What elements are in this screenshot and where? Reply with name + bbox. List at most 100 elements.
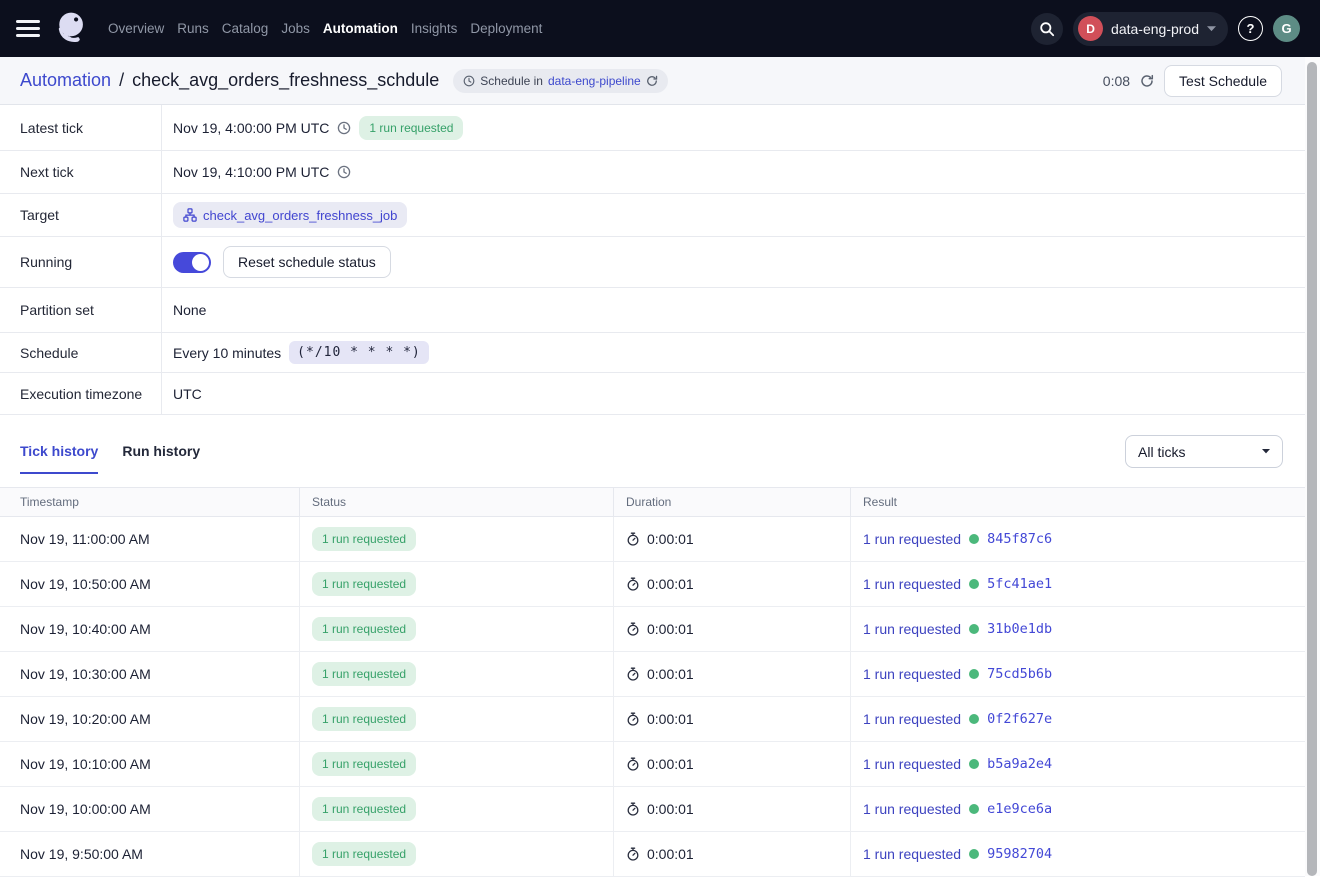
- run-id-link[interactable]: 95982704: [987, 846, 1052, 862]
- top-nav: Overview Runs Catalog Jobs Automation Insight…: [0, 0, 1320, 57]
- nav-item-deployment[interactable]: Deployment: [470, 21, 542, 36]
- tick-duration: 0:00:01: [647, 531, 694, 547]
- run-id-link[interactable]: 31b0e1db: [987, 621, 1052, 637]
- refresh-countdown: 0:08: [1103, 73, 1130, 89]
- cron-expression-badge: (*/10 * * * *): [289, 341, 429, 364]
- tick-duration: 0:00:01: [647, 756, 694, 772]
- run-id-link[interactable]: e1e9ce6a: [987, 801, 1052, 817]
- test-schedule-button[interactable]: Test Schedule: [1164, 65, 1282, 97]
- scrollbar-track[interactable]: [1305, 57, 1320, 876]
- target-job-link[interactable]: check_avg_orders_freshness_job: [173, 202, 407, 228]
- tick-duration: 0:00:01: [647, 711, 694, 727]
- tick-history-table: Timestamp Status Duration Result Nov 19,…: [0, 487, 1305, 877]
- page-title: check_avg_orders_freshness_schdule: [132, 70, 439, 91]
- nav-item-automation[interactable]: Automation: [323, 21, 398, 36]
- tick-duration: 0:00:01: [647, 666, 694, 682]
- detail-label: Execution timezone: [0, 373, 162, 414]
- breadcrumb-bar: Automation / check_avg_orders_freshness_…: [0, 57, 1305, 105]
- run-status-dot: [969, 804, 979, 814]
- run-status-dot: [969, 714, 979, 724]
- user-avatar[interactable]: G: [1273, 15, 1300, 42]
- run-status-dot: [969, 669, 979, 679]
- refresh-icon[interactable]: [1140, 74, 1154, 88]
- table-row: Nov 19, 10:10:00 AM 1 run requested 0:00…: [0, 742, 1305, 787]
- result-runs-link[interactable]: 1 run requested: [863, 756, 961, 772]
- column-header-duration: Duration: [614, 488, 851, 516]
- tick-timestamp: Nov 19, 10:30:00 AM: [20, 666, 151, 682]
- stopwatch-icon: [626, 757, 640, 771]
- run-status-dot: [969, 624, 979, 634]
- table-row: Nov 19, 11:00:00 AM 1 run requested 0:00…: [0, 517, 1305, 562]
- schedule-description: Every 10 minutes: [173, 345, 281, 361]
- result-runs-link[interactable]: 1 run requested: [863, 846, 961, 862]
- tick-status-badge: 1 run requested: [312, 572, 416, 596]
- nav-links: Overview Runs Catalog Jobs Automation Insight…: [108, 21, 542, 36]
- result-runs-link[interactable]: 1 run requested: [863, 801, 961, 817]
- run-id-link[interactable]: b5a9a2e4: [987, 756, 1052, 772]
- result-runs-link[interactable]: 1 run requested: [863, 576, 961, 592]
- help-icon: ?: [1247, 21, 1255, 36]
- table-body: Nov 19, 11:00:00 AM 1 run requested 0:00…: [0, 517, 1305, 877]
- search-icon: [1039, 21, 1055, 37]
- tab-tick-history[interactable]: Tick history: [20, 415, 98, 474]
- breadcrumb-separator: /: [119, 70, 124, 91]
- target-job-name: check_avg_orders_freshness_job: [203, 208, 397, 223]
- dagster-logo[interactable]: [52, 9, 92, 49]
- nav-item-catalog[interactable]: Catalog: [222, 21, 269, 36]
- detail-label: Running: [0, 237, 162, 287]
- code-location-link[interactable]: data-eng-pipeline: [548, 74, 641, 88]
- tick-timestamp: Nov 19, 10:10:00 AM: [20, 756, 151, 772]
- result-runs-link[interactable]: 1 run requested: [863, 621, 961, 637]
- tick-duration: 0:00:01: [647, 621, 694, 637]
- tick-duration: 0:00:01: [647, 576, 694, 592]
- running-toggle[interactable]: [173, 252, 211, 273]
- tab-run-history[interactable]: Run history: [122, 415, 200, 474]
- detail-label: Target: [0, 194, 162, 236]
- detail-row-execution-timezone: Execution timezone UTC: [0, 373, 1305, 415]
- detail-row-running: Running Reset schedule status: [0, 237, 1305, 288]
- tick-status-badge: 1 run requested: [312, 752, 416, 776]
- deployment-switcher[interactable]: D data-eng-prod: [1073, 12, 1228, 46]
- job-graph-icon: [183, 208, 197, 222]
- detail-row-target: Target check_avg_orders_freshness_job: [0, 194, 1305, 237]
- run-id-link[interactable]: 5fc41ae1: [987, 576, 1052, 592]
- stopwatch-icon: [626, 712, 640, 726]
- tick-status-badge: 1 run requested: [312, 662, 416, 686]
- detail-label: Partition set: [0, 288, 162, 332]
- nav-item-insights[interactable]: Insights: [411, 21, 458, 36]
- nav-item-overview[interactable]: Overview: [108, 21, 164, 36]
- help-button[interactable]: ?: [1238, 16, 1263, 41]
- table-header: Timestamp Status Duration Result: [0, 487, 1305, 517]
- result-runs-link[interactable]: 1 run requested: [863, 531, 961, 547]
- nav-item-runs[interactable]: Runs: [177, 21, 209, 36]
- run-id-link[interactable]: 75cd5b6b: [987, 666, 1052, 682]
- run-id-link[interactable]: 845f87c6: [987, 531, 1052, 547]
- run-id-link[interactable]: 0f2f627e: [987, 711, 1052, 727]
- run-status-dot: [969, 849, 979, 859]
- tick-timestamp: Nov 19, 10:50:00 AM: [20, 576, 151, 592]
- stopwatch-icon: [626, 577, 640, 591]
- nav-right-cluster: D data-eng-prod ? G: [1031, 12, 1300, 46]
- breadcrumb-automation-link[interactable]: Automation: [20, 70, 111, 91]
- vertical-scrollbar-thumb[interactable]: [1307, 62, 1317, 876]
- chevron-down-icon: [1207, 26, 1216, 32]
- latest-tick-timestamp: Nov 19, 4:00:00 PM UTC: [173, 120, 329, 136]
- execution-timezone-value: UTC: [173, 386, 202, 402]
- tick-filter-select[interactable]: All ticks: [1125, 435, 1283, 468]
- deployment-avatar: D: [1078, 16, 1103, 41]
- reset-schedule-status-button[interactable]: Reset schedule status: [223, 246, 391, 278]
- detail-row-latest-tick: Latest tick Nov 19, 4:00:00 PM UTC 1 run…: [0, 105, 1305, 151]
- result-runs-link[interactable]: 1 run requested: [863, 711, 961, 727]
- nav-item-jobs[interactable]: Jobs: [281, 21, 310, 36]
- tick-duration: 0:00:01: [647, 846, 694, 862]
- clock-icon: [337, 121, 351, 135]
- hamburger-menu-icon[interactable]: [16, 16, 40, 42]
- search-button[interactable]: [1031, 13, 1063, 45]
- schedule-details: Latest tick Nov 19, 4:00:00 PM UTC 1 run…: [0, 105, 1305, 415]
- detail-row-schedule: Schedule Every 10 minutes (*/10 * * * *): [0, 333, 1305, 373]
- result-runs-link[interactable]: 1 run requested: [863, 666, 961, 682]
- tick-status-badge: 1 run requested: [312, 527, 416, 551]
- refresh-icon[interactable]: [646, 75, 658, 87]
- tick-status-badge: 1 run requested: [312, 842, 416, 866]
- partition-set-value: None: [173, 302, 206, 318]
